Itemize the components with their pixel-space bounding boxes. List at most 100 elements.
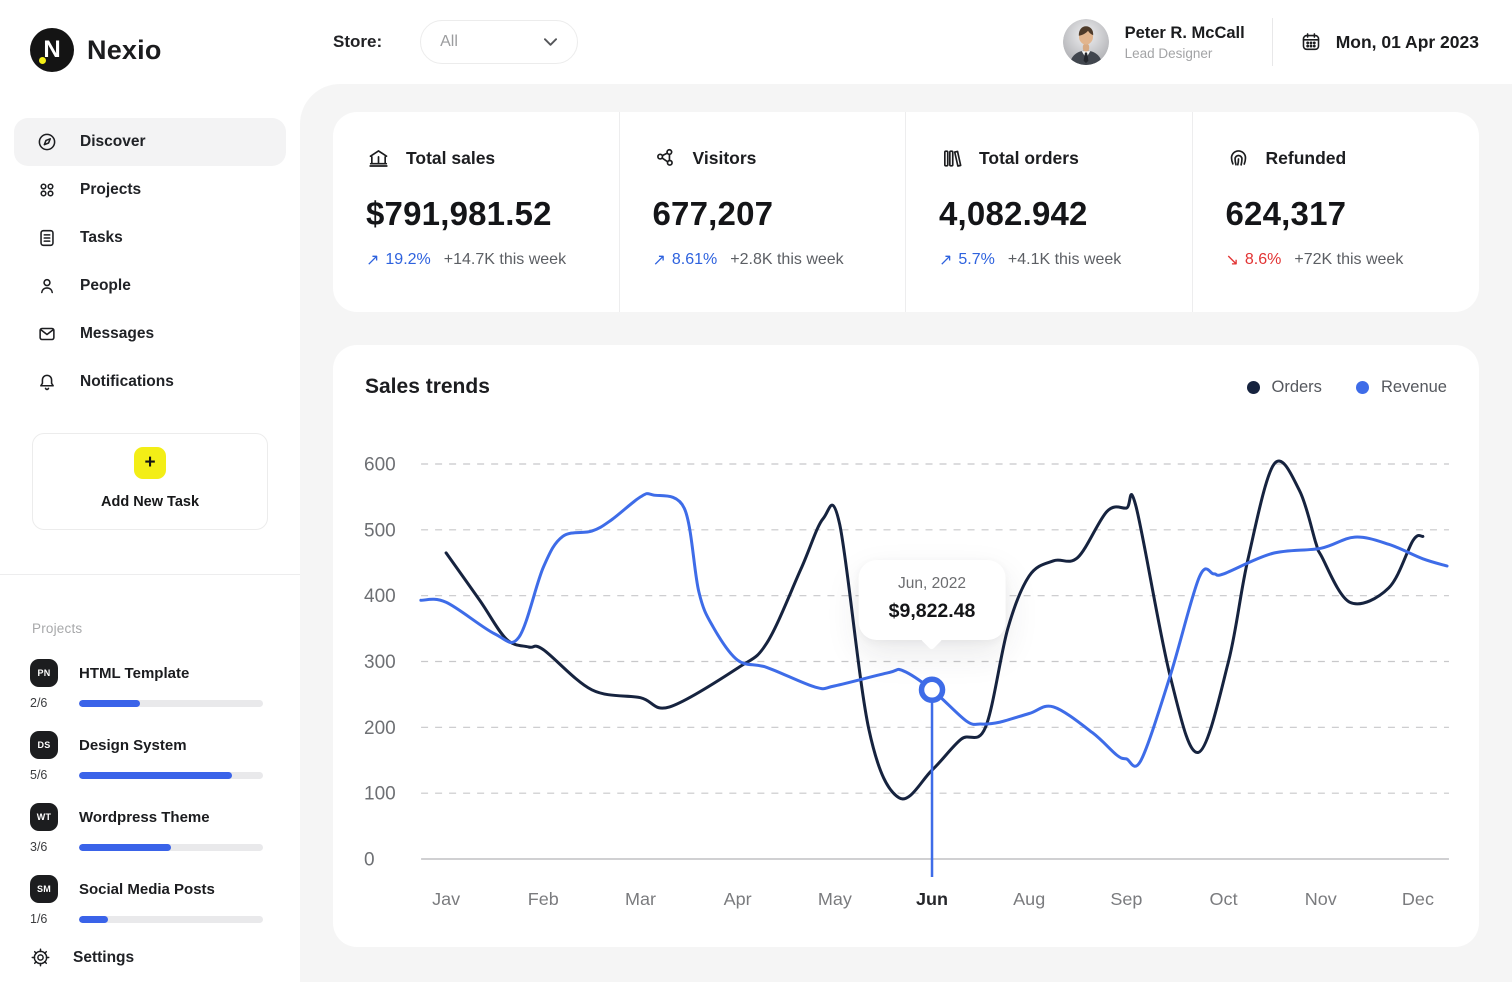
project-fraction: 2/6 xyxy=(30,696,66,710)
sales-trends-card: 0100200300400500600JavFebMarAprMayJunAug… xyxy=(333,345,1479,947)
brand-name: Nexio xyxy=(87,35,162,66)
x-axis-label: Apr xyxy=(724,889,752,909)
projects-section-header: Projects xyxy=(32,621,263,636)
sidebar-item-label: People xyxy=(80,277,131,295)
store-dropdown[interactable]: All xyxy=(420,20,578,64)
sidebar-item-people[interactable]: People xyxy=(14,262,286,310)
sidebar-item-label: Tasks xyxy=(80,229,123,247)
project-item-wordpress-theme[interactable]: WT Wordpress Theme 3/6 xyxy=(30,803,263,854)
sidebar-item-notifications[interactable]: Notifications xyxy=(14,358,286,406)
sidebar-item-messages[interactable]: Messages xyxy=(14,310,286,358)
highlight-marker xyxy=(922,679,943,700)
app-root: N Nexio Discover Projects Tasks People xyxy=(0,0,1512,982)
stat-delta: 8.61% xyxy=(672,251,717,269)
books-icon xyxy=(939,146,964,171)
compass-icon xyxy=(36,131,58,153)
stat-delta: 8.6% xyxy=(1245,251,1281,269)
y-axis-label: 0 xyxy=(364,850,375,871)
progress-bar xyxy=(79,916,263,923)
stat-value: 677,207 xyxy=(653,195,906,233)
chart-tooltip: Jun, 2022 $9,822.48 xyxy=(859,560,1006,640)
x-axis-label: Mar xyxy=(625,889,656,909)
trend-down-icon: ↘ xyxy=(1226,250,1239,270)
nexio-logo-icon: N xyxy=(30,28,74,72)
plus-icon: + xyxy=(134,447,166,479)
stat-title: Total orders xyxy=(979,148,1079,169)
project-item-social-media-posts[interactable]: SMSocial Media Posts 1/6 xyxy=(30,875,263,926)
tooltip-value: $9,822.48 xyxy=(889,600,976,623)
project-fraction: 3/6 xyxy=(30,840,66,854)
stat-total-orders: Total orders 4,082.942 ↗5.7% +4.1K this … xyxy=(906,112,1193,312)
x-axis-label: May xyxy=(818,889,852,909)
x-axis-label: Feb xyxy=(528,889,559,909)
project-fraction: 5/6 xyxy=(30,768,66,782)
stat-visitors: Visitors 677,207 ↗8.61% +2.8K this week xyxy=(620,112,907,312)
trend-up-icon: ↗ xyxy=(366,250,379,270)
project-badge: WT xyxy=(30,803,58,831)
add-new-task-label: Add New Task xyxy=(33,494,267,510)
user-role: Lead Designer xyxy=(1125,46,1245,61)
progress-bar xyxy=(79,844,263,851)
x-axis-label: Oct xyxy=(1210,889,1238,909)
tooltip-label: Jun, 2022 xyxy=(889,575,976,593)
stat-delta: 19.2% xyxy=(385,251,430,269)
y-axis-label: 500 xyxy=(364,520,396,541)
stat-delta: 5.7% xyxy=(958,251,994,269)
add-new-task-button[interactable]: + Add New Task xyxy=(32,433,268,530)
project-name: Social Media Posts xyxy=(79,881,215,898)
project-item-design-system[interactable]: DS Design System 5/6 xyxy=(30,731,263,782)
chevron-down-icon xyxy=(544,33,557,51)
sidebar-item-tasks[interactable]: Tasks xyxy=(14,214,286,262)
progress-bar xyxy=(79,700,263,707)
topbar: Store: All xyxy=(300,0,1512,84)
fingerprint-icon xyxy=(1226,146,1251,171)
stat-value: 624,317 xyxy=(1226,195,1480,233)
date-display[interactable]: Mon, 01 Apr 2023 xyxy=(1300,31,1479,53)
stat-note: +72K this week xyxy=(1294,251,1403,269)
x-axis-label: Jav xyxy=(432,889,460,909)
y-axis-label: 200 xyxy=(364,718,396,739)
stat-title: Total sales xyxy=(406,148,495,169)
user-name: Peter R. McCall xyxy=(1125,24,1245,43)
x-axis-label: Nov xyxy=(1305,889,1337,909)
x-axis-label: Dec xyxy=(1402,889,1434,909)
avatar xyxy=(1063,19,1109,65)
task-list-icon xyxy=(36,227,58,249)
y-axis-label: 400 xyxy=(364,586,396,607)
stat-title: Refunded xyxy=(1266,148,1347,169)
sidebar-item-label: Messages xyxy=(80,325,154,343)
project-badge: DS xyxy=(30,731,58,759)
grid-dots-icon xyxy=(36,179,58,201)
stat-note: +14.7K this week xyxy=(444,251,566,269)
y-axis-label: 600 xyxy=(364,455,396,476)
stat-note: +4.1K this week xyxy=(1008,251,1121,269)
project-badge: SM xyxy=(30,875,58,903)
y-axis-label: 100 xyxy=(364,784,396,805)
store-label: Store: xyxy=(333,32,382,52)
topbar-divider xyxy=(1272,18,1273,66)
project-name: Wordpress Theme xyxy=(79,809,210,826)
project-item-html-template[interactable]: PNHTML Template 2/6 xyxy=(30,659,263,710)
stat-note: +2.8K this week xyxy=(730,251,843,269)
y-axis-label: 300 xyxy=(364,652,396,673)
bank-icon xyxy=(366,146,391,171)
current-date: Mon, 01 Apr 2023 xyxy=(1336,32,1479,53)
sales-trends-chart: 0100200300400500600JavFebMarAprMayJunAug… xyxy=(333,345,1479,947)
sidebar-item-label: Discover xyxy=(80,133,145,151)
brand-logo: N Nexio xyxy=(0,0,300,72)
project-name: Design System xyxy=(79,737,187,754)
stats-summary-card: Total sales $791,981.52 ↗19.2% +14.7K th… xyxy=(333,112,1479,312)
sidebar-item-label: Notifications xyxy=(80,373,174,391)
trend-up-icon: ↗ xyxy=(653,250,666,270)
sidebar-item-settings[interactable]: Settings xyxy=(0,947,300,982)
x-axis-label: Jun xyxy=(916,889,948,909)
user-profile[interactable]: Peter R. McCall Lead Designer xyxy=(1063,19,1245,65)
sidebar-item-discover[interactable]: Discover xyxy=(14,118,286,166)
main-area: Total sales $791,981.52 ↗19.2% +14.7K th… xyxy=(300,84,1512,982)
trend-up-icon: ↗ xyxy=(939,250,952,270)
progress-bar xyxy=(79,772,263,779)
sidebar-item-projects[interactable]: Projects xyxy=(14,166,286,214)
bell-icon xyxy=(36,371,58,393)
projects-section: Projects PNHTML Template 2/6 DS Design Sy… xyxy=(0,575,300,947)
content-column: Store: All xyxy=(300,0,1512,982)
